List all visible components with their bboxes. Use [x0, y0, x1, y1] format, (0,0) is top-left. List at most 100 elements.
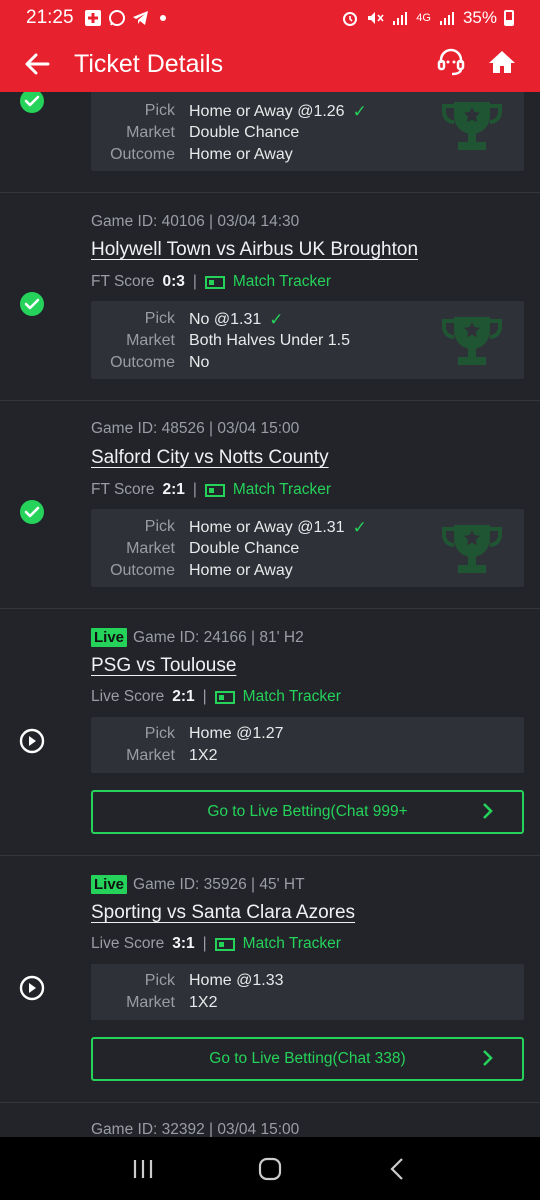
- play-circle-icon: [19, 975, 45, 1001]
- match-title-link[interactable]: Holywell Town vs Airbus UK Broughton: [91, 239, 418, 261]
- market-label: Market: [126, 124, 175, 141]
- back-button[interactable]: [0, 36, 74, 92]
- won-check-icon: [20, 92, 44, 113]
- tracker-icon: [214, 937, 235, 951]
- ticket-item: Game ID: 32392 | 03/04 15:00: [0, 1103, 540, 1137]
- live-badge: Live: [91, 628, 128, 647]
- market-value: Both Halves Under 1.5: [189, 332, 350, 349]
- market-value: Double Chance: [189, 124, 300, 141]
- battery-percent: 35%: [462, 8, 497, 27]
- notification-dot-icon: [159, 15, 166, 21]
- outcome-value: Home or Away: [189, 562, 293, 579]
- support-button[interactable]: [436, 47, 466, 82]
- pick-box: Pick Home @1.33 Market 1X2: [91, 964, 524, 1020]
- battery-icon: [504, 10, 514, 26]
- match-tracker-link[interactable]: Match Tracker: [214, 935, 341, 953]
- back-arrow-icon: [25, 53, 50, 75]
- tracker-icon: [214, 690, 235, 704]
- chevron-right-icon: [483, 1050, 493, 1066]
- won-check-icon: [20, 500, 44, 524]
- mute-icon: [368, 12, 384, 24]
- ticket-item: Game ID: 48526 | 03/04 15:00 Salford Cit…: [0, 401, 540, 609]
- pick-value: Home or Away @1.31: [189, 519, 345, 536]
- ticket-item: Live Game ID: 24166 | 81' H2 PSG vs Toulo…: [0, 609, 540, 856]
- pick-label: Pick: [144, 972, 175, 989]
- medical-app-icon: [84, 10, 101, 26]
- tracker-icon: [204, 483, 225, 497]
- outcome-value: Home or Away: [189, 146, 293, 163]
- check-icon: ✓: [269, 310, 284, 329]
- trophy-icon: [442, 317, 502, 365]
- score-label: FT Score: [91, 273, 155, 290]
- live-betting-button[interactable]: Go to Live Betting(Chat 338): [91, 1037, 524, 1081]
- home-button[interactable]: [488, 49, 516, 80]
- match-title-link[interactable]: Salford City vs Notts County: [91, 447, 329, 469]
- market-label: Market: [126, 540, 175, 557]
- score-value: 2:1: [172, 688, 195, 705]
- score-label: Live Score: [91, 688, 165, 705]
- game-meta: Game ID: 24166 | 81' H2: [133, 628, 304, 646]
- alarm-icon: [343, 12, 358, 26]
- market-value: Double Chance: [189, 540, 300, 557]
- page-title: Ticket Details: [74, 49, 224, 78]
- signal-icon: [439, 12, 454, 25]
- ticket-item: Live Game ID: 35926 | 45' HT Sporting vs …: [0, 856, 540, 1103]
- check-icon: ✓: [352, 102, 367, 121]
- outcome-label: Outcome: [110, 146, 175, 163]
- pick-label: Pick: [144, 518, 175, 535]
- match-tracker-link[interactable]: Match Tracker: [204, 273, 331, 291]
- pick-value: Home or Away @1.26: [189, 103, 345, 120]
- ticket-item: Game ID: 40106 | 03/04 14:30 Holywell To…: [0, 193, 540, 401]
- telegram-icon: [132, 11, 148, 25]
- trophy-icon: [442, 102, 502, 150]
- home-nav-button[interactable]: [250, 1149, 290, 1189]
- score-value: 0:3: [162, 273, 185, 290]
- market-label: Market: [126, 747, 175, 764]
- network-type: 4G: [416, 12, 431, 24]
- home-icon: [489, 50, 515, 73]
- check-icon: ✓: [352, 518, 367, 537]
- outcome-value: No: [189, 354, 210, 371]
- pick-label: Pick: [144, 102, 175, 119]
- ticket-item: Pick Home or Away @1.26 ✓ Market Double Cha…: [0, 92, 540, 193]
- live-betting-label: Go to Live Betting(Chat 338): [209, 1050, 406, 1067]
- market-value: 1X2: [189, 747, 218, 764]
- signal-icon: [393, 12, 408, 25]
- match-tracker-link[interactable]: Match Tracker: [214, 688, 341, 706]
- recent-apps-button[interactable]: [123, 1149, 163, 1189]
- market-label: Market: [126, 332, 175, 349]
- app-header: Ticket Details: [0, 36, 540, 92]
- pick-value: Home @1.27: [189, 725, 284, 742]
- live-betting-label: Go to Live Betting(Chat 999+: [207, 803, 408, 820]
- score-value: 2:1: [162, 481, 185, 498]
- tracker-icon: [204, 275, 225, 289]
- pick-box: Pick No @1.31 ✓ Market Both Halves Under 1.…: [91, 301, 524, 379]
- market-value: 1X2: [189, 994, 218, 1011]
- status-time: 21:25: [26, 7, 74, 28]
- headset-icon: [437, 48, 465, 75]
- outcome-label: Outcome: [110, 562, 175, 579]
- recent-apps-icon: [134, 1159, 153, 1178]
- pick-box: Pick Home or Away @1.26 ✓ Market Double Cha…: [91, 92, 524, 171]
- play-circle-icon: [19, 728, 45, 754]
- game-meta: Game ID: 40106 | 03/04 14:30: [91, 213, 300, 230]
- outcome-label: Outcome: [110, 354, 175, 371]
- match-tracker-link[interactable]: Match Tracker: [204, 481, 331, 499]
- won-check-icon: [20, 292, 44, 316]
- pick-box: Pick Home or Away @1.31 ✓ Market Double Cha…: [91, 509, 524, 587]
- system-nav-bar: [0, 1137, 540, 1200]
- back-nav-button[interactable]: [377, 1149, 417, 1189]
- match-title-link[interactable]: Sporting vs Santa Clara Azores: [91, 902, 355, 924]
- game-meta: Game ID: 48526 | 03/04 15:00: [91, 420, 300, 437]
- pick-value: Home @1.33: [189, 972, 284, 989]
- live-betting-button[interactable]: Go to Live Betting(Chat 999+: [91, 790, 524, 834]
- match-title-link[interactable]: PSG vs Toulouse: [91, 655, 236, 677]
- score-label: Live Score: [91, 935, 165, 952]
- live-badge: Live: [91, 875, 128, 894]
- pick-label: Pick: [144, 310, 175, 327]
- pick-box: Pick Home @1.27 Market 1X2: [91, 717, 524, 773]
- chevron-right-icon: [483, 803, 493, 819]
- ticket-list[interactable]: Pick Home or Away @1.26 ✓ Market Double Cha…: [0, 92, 540, 1137]
- back-chevron-icon: [390, 1157, 403, 1180]
- market-label: Market: [126, 994, 175, 1011]
